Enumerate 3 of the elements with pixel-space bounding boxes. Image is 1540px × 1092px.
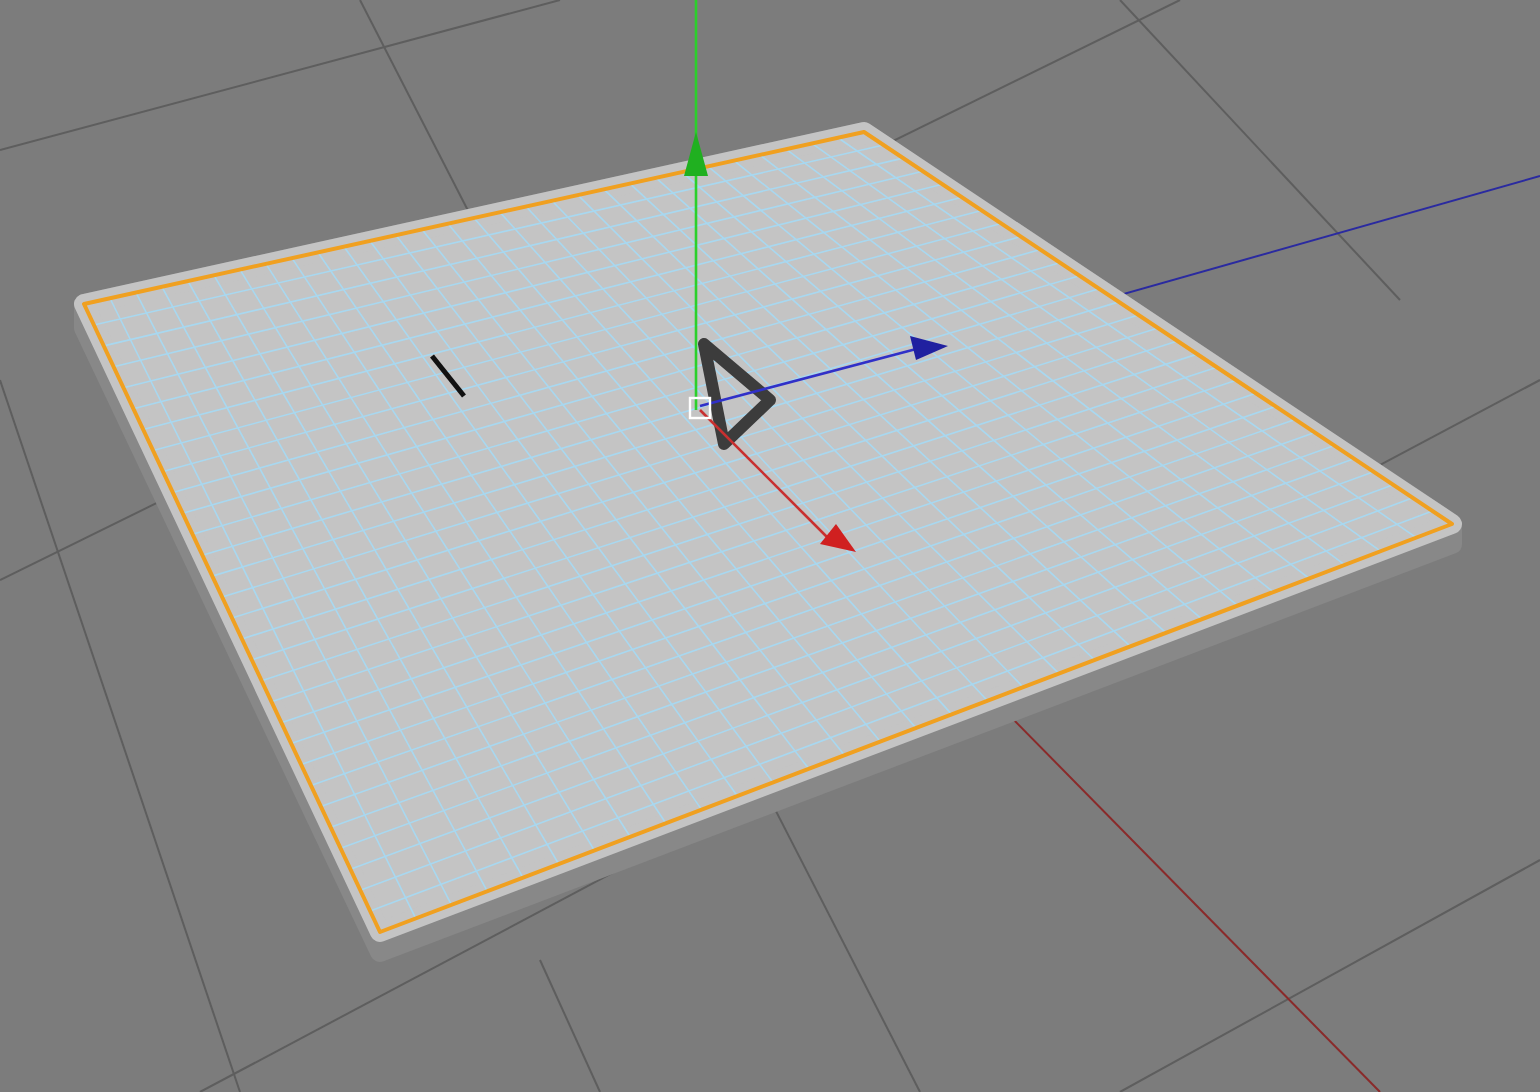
camera-drawing	[698, 338, 776, 450]
move-gizmo-drawing[interactable]	[684, 0, 948, 552]
light-marker-icon	[430, 354, 466, 398]
